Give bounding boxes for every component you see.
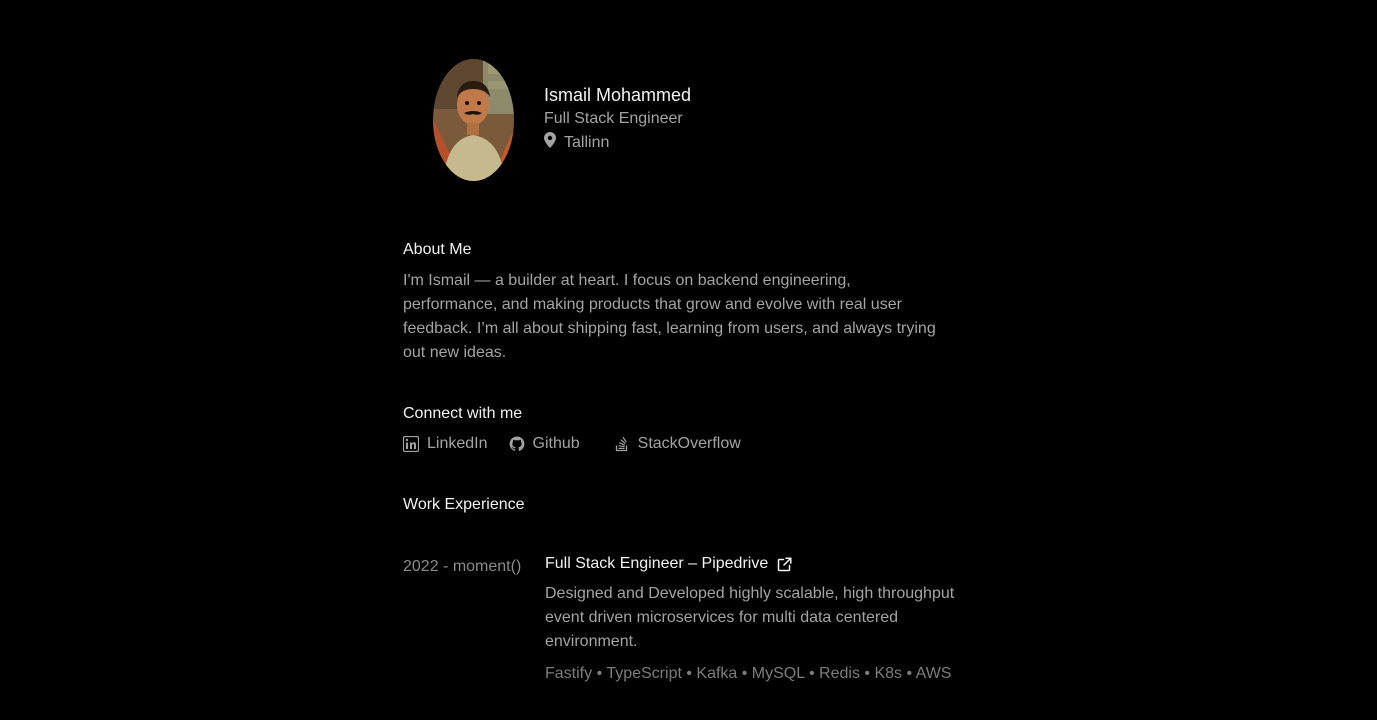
job-description: Designed and Developed highly scalable, … [545, 585, 955, 650]
social-links: LinkedIn Github StackOverflow [403, 433, 741, 455]
linkedin-icon [403, 436, 419, 452]
linkedin-link[interactable]: LinkedIn [403, 433, 488, 455]
job-period: 2022 - moment() [403, 558, 522, 575]
page: Ismail Mohammed Full Stack Engineer Tall… [0, 0, 1377, 720]
profile-role: Full Stack Engineer [544, 110, 683, 127]
github-icon [509, 436, 525, 452]
github-link[interactable]: Github [509, 433, 580, 455]
profile-info: Ismail Mohammed Full Stack Engineer Tall… [544, 83, 691, 155]
stackoverflow-label: StackOverflow [637, 435, 741, 452]
profile-header: Ismail Mohammed Full Stack Engineer Tall… [433, 59, 691, 181]
github-label: Github [532, 435, 580, 452]
connect-heading: Connect with me [403, 405, 523, 422]
stackoverflow-link[interactable]: StackOverflow [614, 433, 741, 455]
map-pin-icon [544, 132, 558, 148]
job-tech-stack: Fastify • TypeScript • Kafka • MySQL • R… [545, 665, 952, 682]
job-title: Full Stack Engineer – Pipedrive [545, 555, 769, 572]
about-heading: About Me [403, 241, 472, 258]
about-text: I'm Ismail — a builder at heart. I focus… [403, 272, 936, 361]
stackoverflow-icon [614, 436, 630, 452]
external-link-icon [777, 556, 792, 572]
job-title-link[interactable]: Full Stack Engineer – Pipedrive [545, 553, 792, 575]
profile-name: Ismail Mohammed [544, 85, 692, 105]
linkedin-label: LinkedIn [427, 435, 488, 452]
avatar [433, 59, 514, 181]
profile-location: Tallinn [544, 131, 691, 155]
profile-location-text: Tallinn [564, 134, 610, 151]
job-details: Full Stack Engineer – Pipedrive Designed… [545, 553, 960, 686]
work-heading: Work Experience [403, 496, 525, 513]
